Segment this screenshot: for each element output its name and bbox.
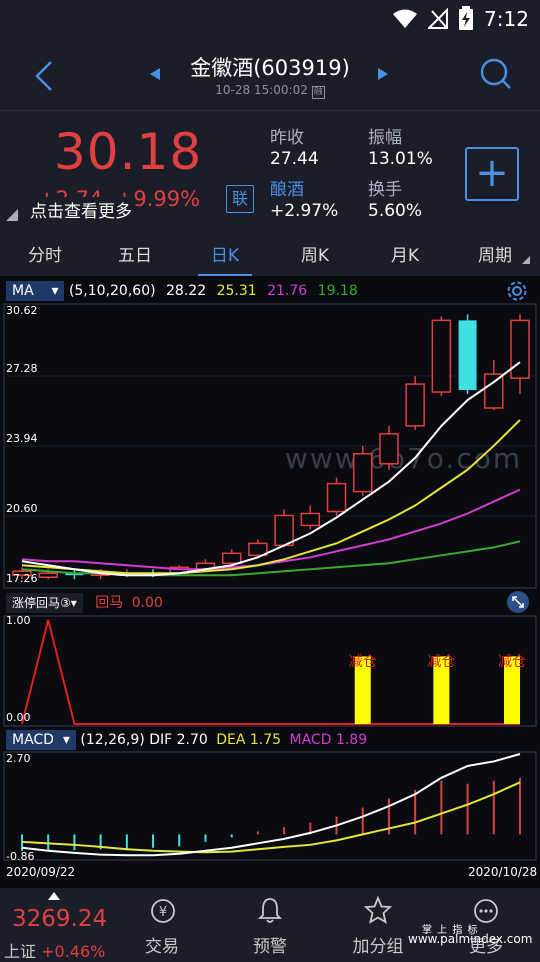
nav-alert[interactable]: 预警 xyxy=(220,888,320,960)
price-axis-label: 17.26 xyxy=(6,572,38,585)
bottom-nav: 3269.24 上证 +0.46% ¥ 交易 预警 加分组 更多 掌 上 指 标… xyxy=(0,888,540,961)
star-icon xyxy=(364,896,392,924)
amplitude-label: 振幅 xyxy=(368,128,402,148)
nav-trade[interactable]: ¥ 交易 xyxy=(112,888,212,960)
candle-body xyxy=(431,319,452,393)
watermark-url: www.palmindex.com xyxy=(408,932,533,946)
signal-label: 减仓 xyxy=(349,654,377,670)
candle-body xyxy=(458,320,477,391)
prev-close-label: 昨收 xyxy=(270,128,304,148)
tab-period[interactable]: 周期 xyxy=(450,236,540,276)
tab-five-day[interactable]: 五日 xyxy=(90,236,180,276)
quote-timestamp: 10-28 15:00:02 融 xyxy=(215,83,325,99)
wifi-icon xyxy=(393,9,417,28)
status-bar: 7:12 xyxy=(0,0,540,38)
candle-body xyxy=(38,572,58,578)
margin-badge: 融 xyxy=(311,86,325,99)
turnover-label: 换手 xyxy=(368,180,402,200)
kline-svg: www.6o7o.com 减仓 减仓 减仓 xyxy=(3,303,537,861)
candle-body xyxy=(274,514,294,547)
no-signal-icon xyxy=(428,8,448,29)
tab-intraday[interactable]: 分时 xyxy=(0,236,90,276)
status-time: 7:12 xyxy=(484,7,529,31)
start-date: 2020/09/22 xyxy=(6,865,76,879)
sector-change: +2.97% xyxy=(270,201,339,221)
candle-body xyxy=(352,453,373,493)
ind-axis-label: 0.00 xyxy=(6,711,31,724)
candle-body xyxy=(379,433,399,465)
candle-body xyxy=(484,373,504,409)
linkage-button[interactable]: 联 xyxy=(226,185,254,213)
tab-monthly-k[interactable]: 月K xyxy=(360,236,450,276)
dif-line xyxy=(21,753,521,857)
sector-link[interactable]: 酿酒 xyxy=(270,175,304,200)
expand-icon[interactable] xyxy=(506,590,530,614)
bell-icon xyxy=(258,898,282,923)
watermark-text: www.6o7o.com xyxy=(285,442,522,475)
price-axis-label: 27.28 xyxy=(6,362,38,375)
svg-text:¥: ¥ xyxy=(159,905,167,920)
price-axis-label: 20.60 xyxy=(6,502,38,515)
price-axis-label: 23.94 xyxy=(6,432,38,445)
corner-triangle-icon xyxy=(6,209,18,221)
index-info: 上证 +0.46% xyxy=(4,942,106,961)
trade-icon: ¥ xyxy=(151,899,175,923)
tab-weekly-k[interactable]: 周K xyxy=(270,236,360,276)
amplitude-value: 13.01% xyxy=(368,149,433,169)
kline-chart-area[interactable]: MA ▾ (5,10,20,60) 28.22 25.31 21.76 19.1… xyxy=(0,276,540,888)
indicator-dropdown[interactable]: 涨停回马③▾ xyxy=(6,593,83,613)
corner-triangle-icon xyxy=(522,256,530,264)
more-info-tooltip[interactable]: 点击查看更多 xyxy=(28,197,134,222)
last-price: 30.18 xyxy=(54,123,203,181)
macd-dropdown[interactable]: MACD ▾ xyxy=(6,730,76,750)
candle-body xyxy=(405,383,425,427)
signal-label: 减仓 xyxy=(427,654,455,670)
price-axis-label: 30.62 xyxy=(6,304,38,317)
add-watchlist-button[interactable]: + xyxy=(465,147,519,201)
quote-panel[interactable]: 30.18 +2.74 +9.99% 点击查看更多 联 昨收 27.44 酿酒 … xyxy=(0,110,540,237)
next-stock-icon[interactable] xyxy=(378,68,388,80)
indicator-legend: 涨停回马③▾ 回马 0.00 xyxy=(6,592,163,613)
ma20-line xyxy=(21,488,521,571)
battery-charging-icon xyxy=(459,6,473,30)
expand-up-icon[interactable] xyxy=(48,892,60,900)
stock-title: 金徽酒(603919) xyxy=(190,56,350,80)
period-tabs: 分时 五日 日K 周K 月K 周期 xyxy=(0,236,540,277)
index-value[interactable]: 3269.24 xyxy=(12,906,107,932)
prev-close-value: 27.44 xyxy=(270,149,319,169)
nav-add-group[interactable]: 加分组 xyxy=(328,888,428,960)
macd-axis-label: 2.70 xyxy=(6,752,31,765)
tab-daily-k[interactable]: 日K xyxy=(180,236,270,276)
search-icon[interactable] xyxy=(480,58,512,90)
ind-axis-label: 1.00 xyxy=(6,614,31,627)
candle-body xyxy=(326,482,347,513)
candle-body xyxy=(510,319,530,379)
macd-legend: MACD ▾ (12,26,9) DIF 2.70 DEA 1.75 MACD … xyxy=(6,730,367,750)
candle-body xyxy=(300,512,321,527)
signal-label: 减仓 xyxy=(498,654,526,670)
turnover-value: 5.60% xyxy=(368,201,423,221)
stock-header: 金徽酒(603919) 10-28 15:00:02 融 xyxy=(0,38,540,110)
candle-body xyxy=(221,552,242,565)
end-date: 2020/10/28 xyxy=(468,865,538,879)
macd-axis-label: -0.86 xyxy=(6,850,35,863)
